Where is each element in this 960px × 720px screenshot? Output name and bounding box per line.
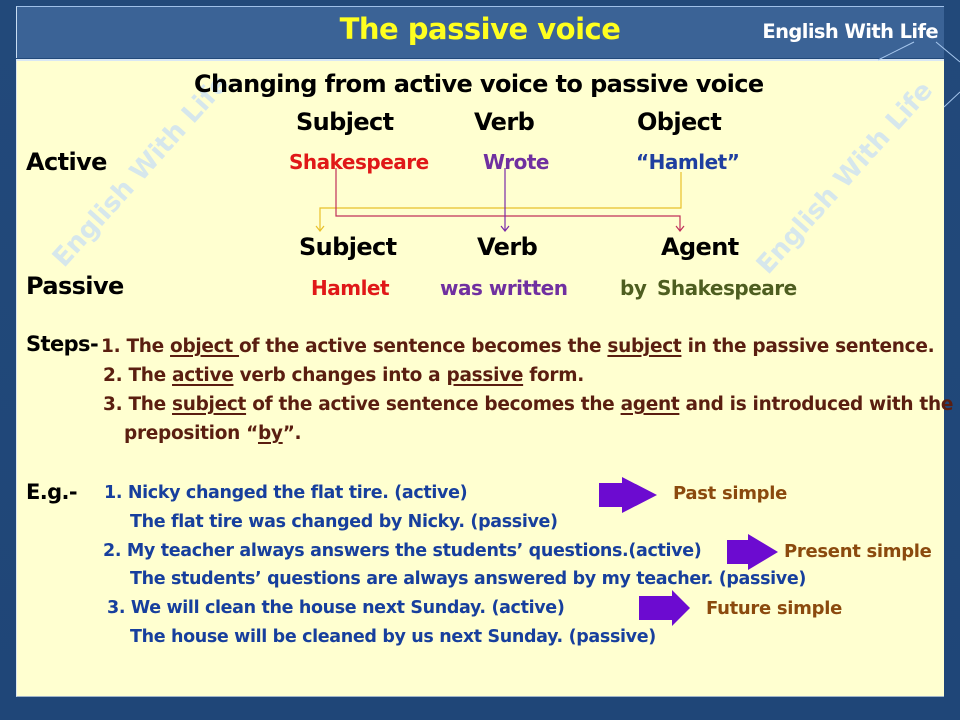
right-arrow-icon — [599, 477, 657, 513]
tense-arrows — [599, 477, 778, 626]
right-arrow-icon — [727, 534, 778, 570]
right-arrow-icon — [639, 590, 690, 626]
